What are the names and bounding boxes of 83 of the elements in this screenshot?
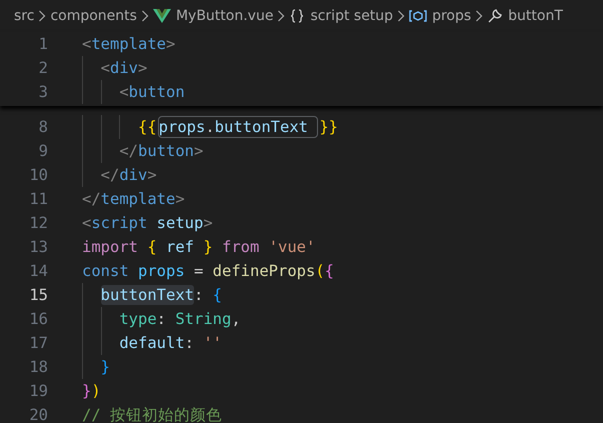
code-token: {{ xyxy=(136,118,157,136)
line-number: 8 xyxy=(38,118,48,136)
breadcrumb-item[interactable]: props xyxy=(432,6,472,26)
code-token: > xyxy=(166,35,176,53)
chevron-right-icon xyxy=(475,10,484,22)
variable-icon xyxy=(409,9,428,23)
code-token: import xyxy=(82,238,138,256)
code-token: template xyxy=(100,190,176,208)
line-number: 17 xyxy=(28,334,48,352)
code-token: < xyxy=(82,214,92,232)
code-token: buttonText xyxy=(100,286,194,304)
code-token: < xyxy=(82,35,92,53)
code-token: ( xyxy=(315,262,325,280)
line-number: 11 xyxy=(28,190,48,208)
code-token: : xyxy=(156,310,167,328)
code-token: < xyxy=(100,59,110,77)
line-number: 16 xyxy=(28,310,48,328)
code-token: > xyxy=(194,142,204,160)
code-token: } xyxy=(100,358,110,376)
chevron-right-icon xyxy=(140,10,149,22)
code-token: </ xyxy=(82,190,101,208)
line-number: 10 xyxy=(28,166,48,184)
code-token: { xyxy=(212,286,222,304)
line-number: 15 xyxy=(28,286,48,304)
line-number: 12 xyxy=(28,214,48,232)
chevron-right-icon xyxy=(397,10,406,22)
line-number: 13 xyxy=(28,238,48,256)
code-token: 'vue' xyxy=(268,238,316,256)
code-token: . xyxy=(205,118,215,136)
braces-icon xyxy=(289,8,306,24)
code-token: script xyxy=(91,214,148,232)
code-token: '' xyxy=(203,334,222,352)
code-token: </ xyxy=(118,142,138,160)
code-token: < xyxy=(118,83,129,101)
line-number: 20 xyxy=(28,406,48,423)
code-token: : xyxy=(194,286,204,304)
line-number: 9 xyxy=(38,142,48,160)
code-token: , xyxy=(231,310,241,328)
line-number: 18 xyxy=(28,358,48,376)
line-number: 19 xyxy=(28,382,48,400)
code-token: > xyxy=(138,59,148,77)
code-token: > xyxy=(175,190,185,208)
code-token: > xyxy=(203,214,213,232)
code-token: type xyxy=(118,310,157,328)
code-token: template xyxy=(91,35,166,53)
line-number: 2 xyxy=(38,59,48,77)
code-token: } xyxy=(82,382,92,400)
code-token: div xyxy=(110,59,138,77)
code-token: button xyxy=(128,83,185,101)
vue-logo-icon xyxy=(152,9,171,23)
code-token: : xyxy=(184,334,195,352)
code-token: props xyxy=(137,262,186,280)
code-token: { xyxy=(146,238,157,256)
code-token: ref xyxy=(165,238,195,256)
code-token: }} xyxy=(319,118,338,136)
breadcrumb-item[interactable]: script setup xyxy=(310,6,394,26)
code-token: { xyxy=(324,262,334,280)
wrench-icon xyxy=(487,8,504,24)
code-token: defineProps xyxy=(212,262,316,280)
code-token: // 按钮初始的颜色 xyxy=(82,406,222,423)
code-token: div xyxy=(119,166,148,184)
breadcrumb-item[interactable]: src xyxy=(14,6,34,26)
breadcrumb-item[interactable]: buttonT xyxy=(508,6,563,26)
line-number: 3 xyxy=(38,83,48,101)
code-token: = xyxy=(194,262,204,280)
line-number: 1 xyxy=(38,35,48,53)
line-number: 14 xyxy=(28,262,48,280)
breadcrumb-item[interactable]: components xyxy=(50,6,137,26)
code-token: from xyxy=(221,238,260,256)
code-token: default xyxy=(118,334,185,352)
code-token: buttonText xyxy=(214,118,309,136)
code-token: const xyxy=(82,262,129,280)
code-token: String xyxy=(175,310,232,328)
breadcrumb-item[interactable]: MyButton.vue xyxy=(176,6,274,26)
code-token: > xyxy=(147,166,157,184)
code-token: ) xyxy=(91,382,101,400)
chevron-right-icon xyxy=(277,10,286,22)
code-token: } xyxy=(203,238,213,256)
code-token: </ xyxy=(100,166,120,184)
code-token: setup xyxy=(156,214,204,232)
code-token: button xyxy=(138,142,194,160)
code-token: props xyxy=(158,118,206,136)
chevron-right-icon xyxy=(38,10,46,22)
